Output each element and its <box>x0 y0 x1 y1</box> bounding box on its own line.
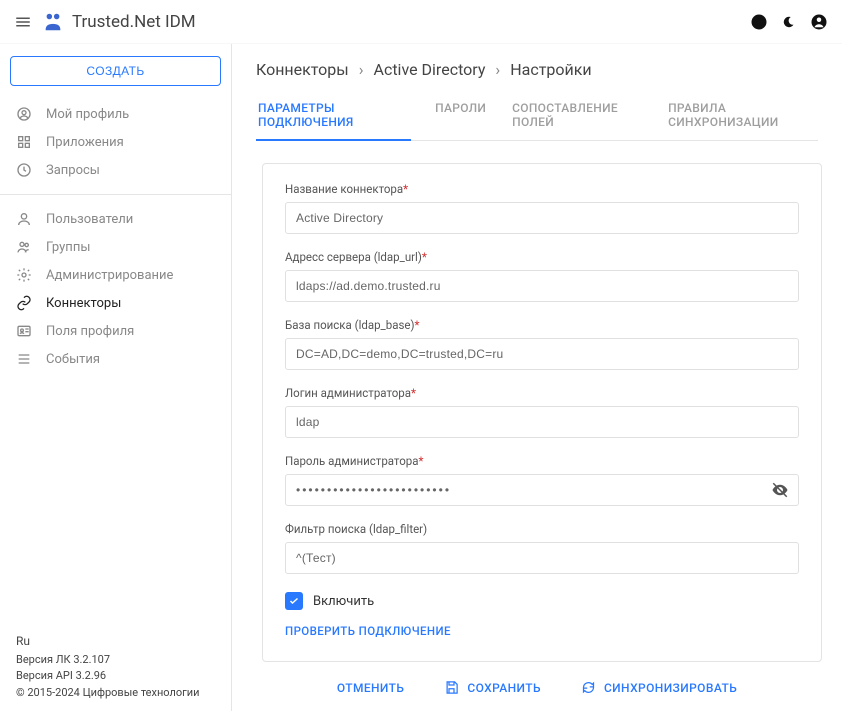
test-connection-button[interactable]: ПРОВЕРИТЬ ПОДКЛЮЧЕНИЕ <box>285 624 451 638</box>
breadcrumb-connector-name[interactable]: Active Directory <box>374 60 486 79</box>
menu-icon[interactable] <box>14 13 32 31</box>
enable-label: Включить <box>313 594 374 609</box>
sidebar-item-label: Запросы <box>46 163 100 178</box>
breadcrumb-settings: Настройки <box>510 60 591 79</box>
brand-title: Trusted.Net IDM <box>72 12 196 32</box>
sidebar-item-events[interactable]: События <box>0 345 231 373</box>
check-icon <box>288 595 300 607</box>
sidebar-item-admin[interactable]: Администрирование <box>0 261 231 289</box>
user-circle-icon <box>16 106 32 122</box>
admin-login-input[interactable] <box>285 406 799 438</box>
save-button[interactable]: СОХРАНИТЬ <box>444 680 541 695</box>
sidebar-item-label: Поля профиля <box>46 324 134 339</box>
connector-name-input[interactable] <box>285 202 799 234</box>
settings-icon <box>16 267 32 283</box>
footer-version-lk: Версия ЛК 3.2.107 <box>16 652 217 669</box>
sidebar-item-connectors[interactable]: Коннекторы <box>0 289 231 317</box>
sidebar-item-label: Мой профиль <box>46 107 129 122</box>
url-label: Адресс сервера (ldap_url)* <box>285 250 799 264</box>
admin-password-input[interactable] <box>285 474 799 506</box>
connection-form: Название коннектора* Адресс сервера (lda… <box>262 163 822 662</box>
ldap-base-input[interactable] <box>285 338 799 370</box>
action-bar: ОТМЕНИТЬ СОХРАНИТЬ СИНХРОНИЗИРОВАТЬ <box>256 662 818 711</box>
footer-lang[interactable]: Ru <box>16 632 217 650</box>
tab-connection[interactable]: ПАРАМЕТРЫ ПОДКЛЮЧЕНИЯ <box>256 93 411 141</box>
visibility-off-icon[interactable] <box>771 481 789 499</box>
chevron-right-icon: › <box>495 60 500 79</box>
sidebar-item-label: Приложения <box>46 135 124 150</box>
tabs: ПАРАМЕТРЫ ПОДКЛЮЧЕНИЯ ПАРОЛИ СОПОСТАВЛЕН… <box>256 93 818 141</box>
footer-version-api: Версия API 3.2.96 <box>16 668 217 685</box>
sidebar-item-label: Администрирование <box>46 268 173 283</box>
list-icon <box>16 351 32 367</box>
tab-passwords[interactable]: ПАРОЛИ <box>433 93 488 140</box>
filter-label: Фильтр поиска (ldap_filter) <box>285 522 799 536</box>
sidebar-item-apps[interactable]: Приложения <box>0 128 231 156</box>
clock-icon <box>16 162 32 178</box>
sidebar-item-profile-fields[interactable]: Поля профиля <box>0 317 231 345</box>
footer-copyright: © 2015-2024 Цифровые технологии <box>16 685 217 702</box>
create-button[interactable]: СОЗДАТЬ <box>10 56 221 86</box>
sidebar-item-groups[interactable]: Группы <box>0 233 231 261</box>
header-icons <box>750 13 828 31</box>
user-icon <box>16 211 32 227</box>
nav-section-personal: Мой профиль Приложения Запросы <box>0 98 231 194</box>
login-label: Логин администратора* <box>285 386 799 400</box>
main-content: Коннекторы › Active Directory › Настройк… <box>232 44 842 711</box>
sidebar-item-label: Коннекторы <box>46 296 121 311</box>
ldap-filter-input[interactable] <box>285 542 799 574</box>
chevron-right-icon: › <box>359 60 364 79</box>
ldap-url-input[interactable] <box>285 270 799 302</box>
password-label: Пароль администратора* <box>285 454 799 468</box>
sync-button[interactable]: СИНХРОНИЗИРОВАТЬ <box>581 680 737 695</box>
sidebar-footer: Ru Версия ЛК 3.2.107 Версия API 3.2.96 ©… <box>0 624 231 711</box>
sidebar-item-profile[interactable]: Мой профиль <box>0 100 231 128</box>
breadcrumb-connectors[interactable]: Коннекторы <box>256 60 349 79</box>
breadcrumb: Коннекторы › Active Directory › Настройк… <box>256 60 818 79</box>
apps-icon <box>16 134 32 150</box>
cancel-button[interactable]: ОТМЕНИТЬ <box>337 680 405 695</box>
sidebar-item-label: Группы <box>46 240 90 255</box>
app-header: Trusted.Net IDM <box>0 0 842 44</box>
nav-section-admin: Пользователи Группы Администрирование Ко… <box>0 194 231 383</box>
moon-icon[interactable] <box>780 12 799 31</box>
base-label: База поиска (ldap_base)* <box>285 318 799 332</box>
sidebar-item-label: Пользователи <box>46 212 133 227</box>
sync-icon <box>581 680 596 695</box>
tab-field-mapping[interactable]: СОПОСТАВЛЕНИЕ ПОЛЕЙ <box>510 93 644 140</box>
sidebar-item-label: События <box>46 352 100 367</box>
users-icon <box>16 239 32 255</box>
account-icon[interactable] <box>810 13 828 31</box>
sidebar: СОЗДАТЬ Мой профиль Приложения Запросы П… <box>0 44 232 711</box>
id-icon <box>16 323 32 339</box>
sidebar-item-users[interactable]: Пользователи <box>0 205 231 233</box>
sidebar-item-requests[interactable]: Запросы <box>0 156 231 184</box>
enable-checkbox[interactable] <box>285 592 303 610</box>
tab-sync-rules[interactable]: ПРАВИЛА СИНХРОНИЗАЦИИ <box>666 93 818 140</box>
name-label: Название коннектора* <box>285 182 799 196</box>
theme-icon[interactable] <box>750 13 768 31</box>
brand-icon <box>42 11 64 33</box>
save-icon <box>444 680 459 695</box>
link-icon <box>16 295 32 311</box>
